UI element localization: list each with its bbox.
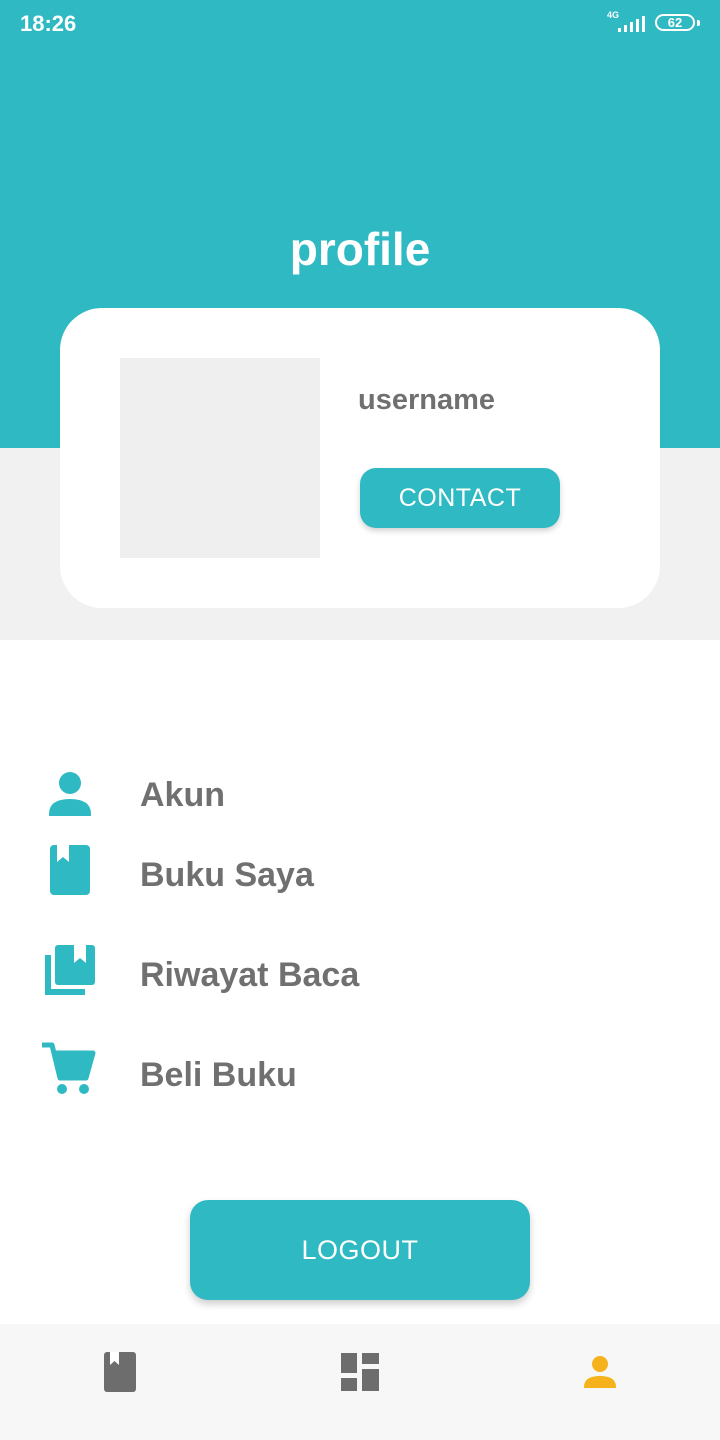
page-title: profile [289,223,431,275]
menu-item-akun[interactable]: Akun [0,762,720,832]
bottom-nav [0,1324,720,1440]
battery-level: 62 [667,15,683,30]
menu-label-akun: Akun [140,776,225,814]
profile-card: username CONTACT [60,308,660,608]
menu-item-riwayat-baca[interactable]: Riwayat Baca [0,940,720,1010]
nav-tab-books[interactable] [90,1342,150,1402]
nav-tab-profile[interactable] [570,1342,630,1402]
logout-button[interactable]: LOGOUT [190,1200,530,1300]
dashboard-icon [341,1353,379,1391]
book-icon [50,845,90,895]
battery-icon: 62 [655,14,695,31]
person-icon [584,1356,616,1388]
status-bar: 18:26 4G 62 [0,0,720,48]
contact-button[interactable]: CONTACT [360,468,560,528]
book-icon [104,1352,136,1392]
battery-tip [697,20,700,26]
menu-label-riwayat-baca: Riwayat Baca [140,956,360,994]
signal-icon [618,16,645,32]
avatar[interactable] [120,358,320,558]
menu-label-beli-buku: Beli Buku [140,1056,297,1094]
library-books-icon [45,945,95,995]
nav-tab-dashboard[interactable] [330,1342,390,1402]
username: username [358,384,496,416]
menu-item-beli-buku[interactable]: Beli Buku [0,1040,720,1110]
menu-item-buku-saya[interactable]: Buku Saya [0,840,720,910]
menu-label-buku-saya: Buku Saya [140,856,314,894]
cart-icon [42,1042,96,1094]
status-time: 18:26 [20,11,77,36]
person-icon [49,772,91,816]
